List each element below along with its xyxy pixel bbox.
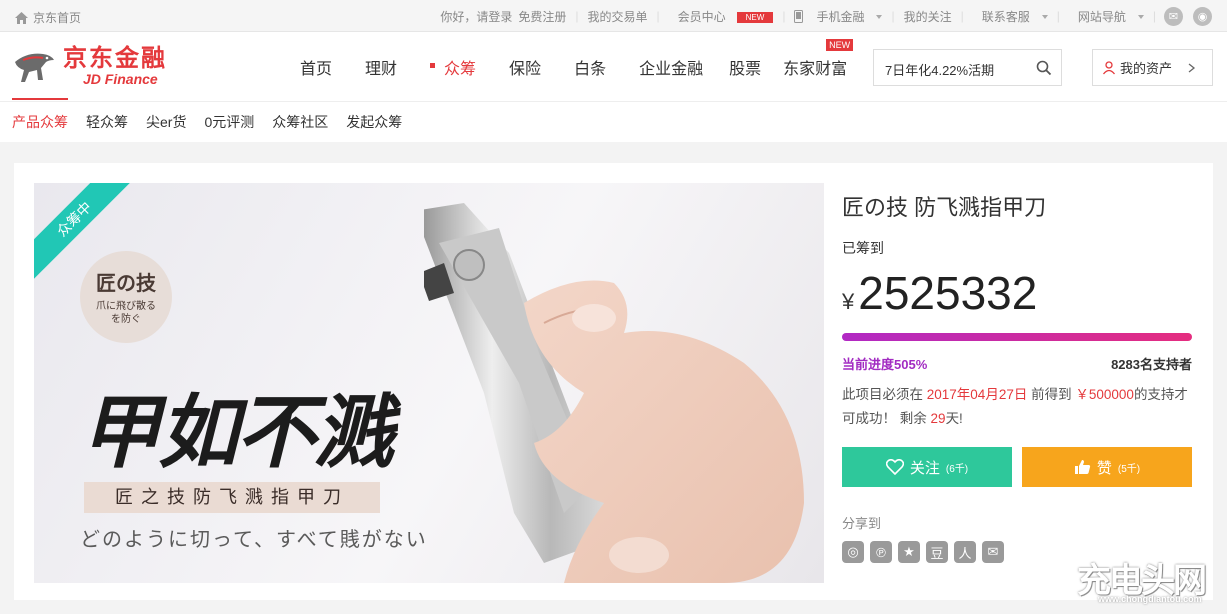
subnav-launch[interactable]: 发起众筹 xyxy=(346,112,402,132)
raised-label: 已筹到 xyxy=(842,240,884,256)
user-icon xyxy=(1102,60,1116,74)
brand-seal: 匠の技 爪に飛び散る を防ぐ xyxy=(80,251,172,343)
nav-wealth[interactable]: 理财 xyxy=(365,55,397,79)
watermark-url: www.chongdiantou.com xyxy=(1098,594,1202,604)
action-buttons: 关注 (6千) 赞 (5千) xyxy=(842,447,1192,487)
subnav-product-crowdfunding[interactable]: 产品众筹 xyxy=(12,98,68,132)
like-count: (5千) xyxy=(1117,463,1141,475)
logo-en: JD Finance xyxy=(83,71,158,87)
product-card: 众筹中 匠の技 爪に飛び散る を防ぐ 甲如不溅 匠之技防飞溅指甲刀 どのように切… xyxy=(14,163,1213,600)
follow-count: (6千) xyxy=(945,463,969,475)
like-button[interactable]: 赞 (5千) xyxy=(1022,447,1192,487)
progress-stats: 当前进度505% 8283名支持者 xyxy=(842,354,1192,373)
nail-clipper-illustration xyxy=(424,203,804,583)
nav-dongjia-label: 东家财富 xyxy=(783,61,848,78)
my-follow-link[interactable]: 我的关注 xyxy=(895,8,961,25)
nav-dongjia[interactable]: 东家财富 NEW xyxy=(783,39,854,79)
top-bar: 京东首页 你好，请登录 免费注册 | 我的交易单 | 会员中心 NEW | 手机金… xyxy=(0,0,1227,32)
terms-pre: 此项目必须在 xyxy=(842,387,923,402)
share-label: 分享到 xyxy=(842,516,882,531)
login-link[interactable]: 你好，请登录 xyxy=(431,8,516,25)
progress-bar xyxy=(842,333,1192,341)
new-badge: NEW xyxy=(826,39,854,51)
my-assets-label: 我的资产 xyxy=(1120,61,1173,76)
home-label: 京东首页 xyxy=(33,11,82,25)
seal-title: 匠の技 xyxy=(96,271,156,295)
douban-icon[interactable]: 豆 xyxy=(926,541,948,563)
nav-enterprise[interactable]: 企业金融 xyxy=(639,55,703,79)
nav-insurance[interactable]: 保险 xyxy=(509,55,541,79)
chevron-right-icon xyxy=(1188,62,1196,73)
renren-icon[interactable]: 人 xyxy=(954,541,976,563)
subnav-jianer[interactable]: 尖er货 xyxy=(146,112,186,132)
follow-button[interactable]: 关注 (6千) xyxy=(842,447,1012,487)
new-badge: NEW xyxy=(736,11,774,23)
weibo-icon[interactable]: ◉ xyxy=(1193,6,1212,26)
logo-cn: 京东金融 xyxy=(63,45,167,72)
deadline-date: 2017年04月27日 xyxy=(926,387,1028,402)
register-link[interactable]: 免费注册 xyxy=(516,8,575,25)
product-title: 匠の技 防飞溅指甲刀 xyxy=(842,195,1047,220)
subnav-free-review[interactable]: 0元评测 xyxy=(204,112,254,132)
jd-home-link[interactable]: 京东首页 xyxy=(15,9,81,26)
heart-icon xyxy=(885,459,904,475)
mobile-label: 手机金融 xyxy=(816,9,865,24)
search-placeholder: 7日年化4.22%活期 xyxy=(885,63,995,78)
sitenav-label: 网站导航 xyxy=(1077,9,1126,24)
supporter-count: 8283名支持者 xyxy=(1111,357,1192,372)
chevron-down-icon xyxy=(876,14,883,19)
member-center-link[interactable]: 会员中心 NEW xyxy=(660,8,783,25)
progress-fill xyxy=(842,333,1192,341)
weibo-icon[interactable]: ◎ xyxy=(842,541,864,563)
jd-dog-logo-icon xyxy=(15,53,54,82)
orders-link[interactable]: 我的交易单 xyxy=(578,8,656,25)
funding-terms: 此项目必须在 2017年04月27日 前得到 ￥500000的支持才可成功！ 剩… xyxy=(842,383,1192,431)
qzone-icon[interactable]: ★ xyxy=(898,541,920,563)
goal-amount: ￥500000 xyxy=(1075,387,1134,402)
qq-weibo-icon[interactable]: ℗ xyxy=(870,541,892,563)
home-icon xyxy=(15,11,28,24)
banner-tagline: 匠之技防飞溅指甲刀 xyxy=(84,482,380,513)
customer-service-link[interactable]: 联系客服 xyxy=(964,8,1057,25)
nav-stocks[interactable]: 股票 xyxy=(729,55,761,79)
search-icon[interactable] xyxy=(1036,60,1052,76)
phone-icon xyxy=(794,9,804,23)
subnav-light-crowdfunding[interactable]: 轻众筹 xyxy=(86,112,128,132)
service-label: 联系客服 xyxy=(981,9,1030,24)
raised-amount-value: 2525332 xyxy=(858,267,1038,319)
main-header: 京东金融 JD Finance 首页 理财 众筹 保险 白条 企业金融 股票 东… xyxy=(0,32,1227,102)
nav-home[interactable]: 首页 xyxy=(300,55,332,79)
nav-baitiao[interactable]: 白条 xyxy=(574,55,606,79)
follow-label: 关注 xyxy=(909,459,940,477)
wechat-icon[interactable]: ✉ xyxy=(1164,6,1183,26)
site-nav-link[interactable]: 网站导航 xyxy=(1060,8,1153,25)
thumbs-up-icon xyxy=(1074,460,1090,474)
subnav-community[interactable]: 众筹社区 xyxy=(272,112,328,132)
product-banner-image[interactable]: 众筹中 匠の技 爪に飛び散る を防ぐ 甲如不溅 匠之技防飞溅指甲刀 どのように切… xyxy=(34,183,824,583)
sub-nav: 产品众筹 轻众筹 尖er货 0元评测 众筹社区 发起众筹 xyxy=(0,98,1227,142)
terms-mid: 前得到 xyxy=(1031,387,1072,402)
member-label: 会员中心 xyxy=(677,9,726,24)
days-left: 29 xyxy=(930,411,946,426)
jd-finance-logo[interactable]: 京东金融 JD Finance xyxy=(13,46,167,86)
raised-amount: ¥2525332 xyxy=(842,266,1037,320)
main-nav: 首页 理财 众筹 保险 白条 企业金融 股票 东家财富 NEW xyxy=(300,32,880,102)
progress-label: 当前进度505% xyxy=(842,357,928,372)
like-label: 赞 xyxy=(1096,459,1112,477)
chevron-down-icon xyxy=(1041,14,1048,19)
chevron-down-icon xyxy=(1137,14,1144,19)
mobile-finance-link[interactable]: 手机金融 xyxy=(785,8,891,25)
wechat-icon[interactable]: ✉ xyxy=(982,541,1004,563)
currency-symbol: ¥ xyxy=(842,289,855,314)
my-assets-button[interactable]: 我的资产 xyxy=(1092,49,1213,86)
seal-subtitle: 爪に飛び散る を防ぐ xyxy=(96,301,156,325)
days-unit: 天! xyxy=(945,411,963,426)
share-icons: ◎ ℗ ★ 豆 人 ✉ xyxy=(842,541,1004,563)
search-input[interactable]: 7日年化4.22%活期 xyxy=(873,49,1062,86)
nav-crowdfunding[interactable]: 众筹 xyxy=(430,55,476,79)
banner-jp-line: どのように切って、すべて賎がない xyxy=(80,527,428,551)
banner-calligraphy: 甲如不溅 xyxy=(80,385,394,479)
